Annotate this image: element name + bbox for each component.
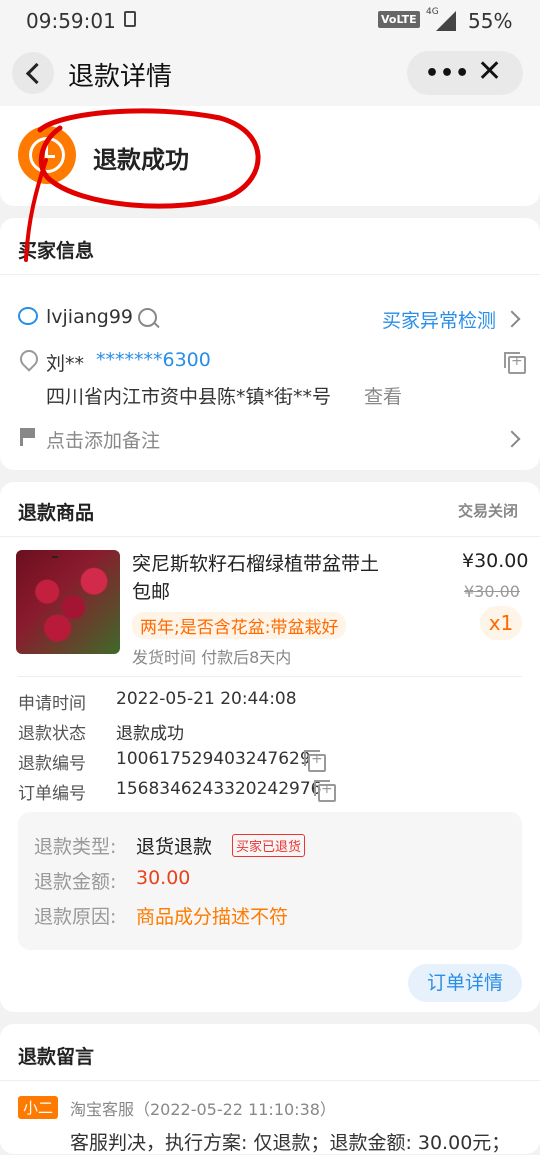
refund-state-value: 退款成功 — [116, 724, 184, 744]
order-number-value: 1568346243320242976 — [116, 779, 322, 799]
clock-icon — [18, 126, 76, 184]
trade-status: 交易关闭 — [458, 502, 519, 520]
order-detail-button[interactable]: 订单详情 — [408, 964, 522, 1002]
refund-messages-card: 退款留言 小二 淘宝客服（2022-05-22 11:10:38） 客服判决，执… — [0, 1024, 540, 1154]
role-badge: 小二 — [18, 1096, 59, 1119]
refund-number-label: 退款编号 — [18, 754, 86, 774]
back-button[interactable] — [12, 52, 54, 94]
refund-reason-value: 商品成分描述不符 — [136, 906, 289, 928]
refund-summary-box: 退款类型: 退货退款 买家已退货 退款金额: 30.00 退款原因: 商品成分描… — [18, 812, 522, 950]
product-thumbnail[interactable] — [16, 550, 120, 654]
chevron-left-icon — [25, 62, 47, 84]
section-title-goods: 退款商品 — [18, 502, 95, 524]
refund-goods-card: 退款商品 交易关闭 突尼斯软籽石榴绿植带盆带土包邮 ¥30.00 ¥30.00 … — [0, 482, 540, 1012]
shipping-time: 发货时间 付款后8天内 — [132, 648, 292, 667]
view-address-link[interactable]: 查看 — [364, 382, 402, 409]
add-remark-field[interactable]: 点击添加备注 — [46, 426, 160, 453]
flag-icon — [20, 428, 35, 446]
product-price: ¥30.00 — [462, 550, 529, 572]
signal-icon — [436, 11, 456, 31]
battery-level: 55% — [468, 9, 513, 33]
divider — [0, 536, 540, 537]
refund-amount-label: 退款金额: — [34, 871, 117, 893]
refund-status-text: 退款成功 — [93, 146, 189, 174]
user-face-icon — [18, 307, 38, 325]
apply-time-label: 申请时间 — [18, 694, 86, 714]
refund-amount-value: 30.00 — [136, 867, 191, 889]
location-pin-icon — [16, 346, 42, 372]
product-spec: 两年;是否含花盆:带盆栽好 — [132, 612, 347, 639]
chevron-right-icon[interactable] — [503, 430, 521, 448]
product-name[interactable]: 突尼斯软籽石榴绿植带盆带土包邮 — [132, 550, 392, 606]
navigation-bar: 退款详情 ••• ✕ — [0, 40, 540, 106]
clock-time: 09:59:01 — [26, 9, 116, 33]
page-title: 退款详情 — [68, 62, 173, 92]
section-title-messages: 退款留言 — [18, 1046, 95, 1068]
refund-type-value: 退货退款 — [136, 836, 213, 858]
refund-reason-label: 退款原因: — [34, 906, 117, 928]
product-original-price: ¥30.00 — [464, 582, 520, 601]
apply-time-value: 2022-05-21 20:44:08 — [116, 689, 297, 709]
message-content: 客服判决，执行方案: 仅退款；退款金额: 30.00元； — [70, 1132, 511, 1154]
buyer-anomaly-check-link[interactable]: 买家异常检测 — [382, 306, 496, 333]
copy-order-number-icon[interactable] — [314, 780, 336, 802]
divider — [0, 274, 540, 275]
download-icon — [124, 11, 136, 27]
miniapp-capsule: ••• ✕ — [407, 51, 523, 95]
order-number-label: 订单编号 — [18, 784, 86, 804]
search-icon[interactable] — [138, 308, 157, 327]
close-button[interactable]: ✕ — [477, 54, 502, 89]
chevron-right-icon[interactable] — [503, 310, 521, 328]
product-quantity: x1 — [480, 606, 522, 640]
message-sender: 淘宝客服（2022-05-22 11:10:38） — [70, 1100, 336, 1119]
refund-status-card: 退款成功 — [0, 106, 540, 206]
refund-state-label: 退款状态 — [18, 724, 86, 744]
copy-refund-number-icon[interactable] — [304, 750, 326, 772]
status-bar: 09:59:01 VoLTE 4G 55% — [0, 0, 540, 40]
buyer-username[interactable]: lvjiang99 — [46, 306, 133, 328]
buyer-phone[interactable]: *******6300 — [96, 349, 211, 371]
more-button[interactable]: ••• — [425, 61, 470, 86]
volte-icon: VoLTE — [378, 11, 420, 28]
thumbnail-tag — [52, 556, 58, 558]
buyer-address: 四川省内江市资中县陈*镇*街**号 — [46, 386, 332, 408]
refund-type-label: 退款类型: — [34, 836, 117, 858]
buyer-info-card: 买家信息 lvjiang99 买家异常检测 刘** *******6300 四川… — [0, 218, 540, 470]
divider — [18, 676, 522, 677]
section-title-buyer: 买家信息 — [18, 240, 95, 262]
copy-address-icon[interactable] — [504, 352, 526, 374]
returned-badge: 买家已退货 — [232, 834, 306, 857]
divider — [0, 1080, 540, 1081]
buyer-name: 刘** — [46, 353, 85, 375]
refund-number-value: 100617529403247629 — [116, 749, 311, 769]
